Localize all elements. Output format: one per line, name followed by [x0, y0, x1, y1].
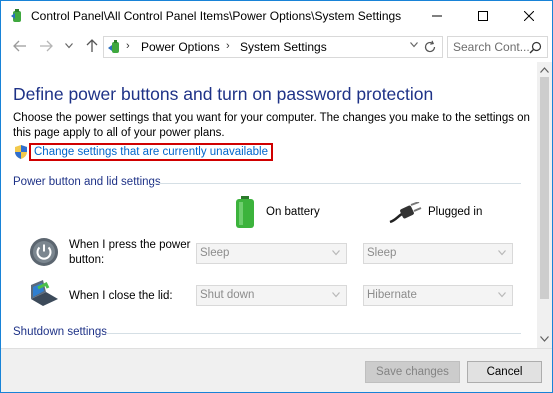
uac-shield-icon: [13, 144, 29, 160]
chevron-down-icon: [332, 248, 340, 258]
up-arrow-icon: [86, 39, 98, 52]
forward-arrow-icon: [40, 40, 53, 52]
save-changes-button[interactable]: Save changes: [365, 361, 460, 383]
section-shutdown: Shutdown settings: [13, 326, 107, 338]
title-bar: Control Panel\All Control Panel Items\Po…: [1, 1, 552, 31]
select-value: Sleep: [200, 247, 230, 259]
chevron-down-icon: [498, 290, 506, 300]
dialog-footer: Save changes Cancel: [1, 348, 552, 392]
scroll-down-icon[interactable]: [540, 335, 549, 344]
navigation-bar: › Power Options › System Settings Search…: [1, 32, 552, 62]
search-box[interactable]: Search Cont...: [447, 36, 548, 58]
select-value: Hibernate: [367, 289, 417, 301]
change-settings-link[interactable]: Change settings that are currently unava…: [29, 143, 273, 161]
column-on-battery: On battery: [266, 206, 320, 218]
page-title: Define power buttons and turn on passwor…: [13, 84, 434, 104]
laptop-lid-icon: [28, 279, 60, 310]
select-value: Shut down: [200, 289, 255, 301]
minimize-button[interactable]: [414, 1, 460, 31]
control-panel-icon: [9, 8, 25, 24]
breadcrumb-system-settings[interactable]: System Settings: [240, 40, 327, 54]
back-arrow-icon: [13, 40, 26, 52]
cancel-button[interactable]: Cancel: [467, 361, 542, 383]
select-value: Sleep: [367, 247, 397, 259]
chevron-down-icon: [498, 248, 506, 258]
page-description: Choose the power settings that you want …: [13, 112, 530, 139]
power-plug-icon: [388, 201, 422, 227]
section-divider: [106, 333, 521, 334]
main-content: Define power buttons and turn on passwor…: [1, 62, 537, 348]
window: Control Panel\All Control Panel Items\Po…: [0, 0, 553, 393]
vertical-scrollbar[interactable]: [537, 62, 552, 348]
breadcrumb-power-options[interactable]: Power Options: [141, 40, 220, 54]
search-icon[interactable]: [529, 41, 542, 54]
close-lid-plugged-select[interactable]: Hibernate: [363, 285, 513, 306]
chevron-down-icon: [332, 290, 340, 300]
battery-icon: [234, 195, 256, 232]
search-placeholder: Search Cont...: [453, 40, 530, 54]
back-button[interactable]: [11, 37, 29, 55]
refresh-icon[interactable]: [422, 39, 438, 55]
recent-locations-button[interactable]: [63, 37, 75, 55]
window-title: Control Panel\All Control Panel Items\Po…: [31, 9, 402, 23]
power-options-icon: [107, 39, 123, 55]
section-divider: [153, 183, 521, 184]
breadcrumb-separator: ›: [126, 40, 130, 52]
minimize-icon: [432, 15, 442, 17]
power-button-battery-select[interactable]: Sleep: [196, 243, 347, 264]
forward-button[interactable]: [37, 37, 55, 55]
column-plugged-in: Plugged in: [428, 206, 483, 218]
close-lid-battery-select[interactable]: Shut down: [196, 285, 347, 306]
section-power-button-lid: Power button and lid settings: [13, 176, 161, 188]
power-button-plugged-select[interactable]: Sleep: [363, 243, 513, 264]
chevron-down-icon: [65, 43, 73, 49]
row-label-close-lid: When I close the lid:: [69, 290, 173, 302]
power-button-icon: [29, 237, 59, 270]
breadcrumb-separator: ›: [226, 40, 230, 52]
scroll-up-icon[interactable]: [540, 66, 549, 75]
close-button[interactable]: [506, 1, 552, 31]
address-bar[interactable]: › Power Options › System Settings: [103, 36, 443, 58]
row-label-power-button: When I press the power button:: [69, 239, 191, 266]
up-button[interactable]: [83, 37, 101, 55]
address-dropdown-icon[interactable]: [410, 40, 418, 51]
scrollbar-thumb[interactable]: [540, 77, 549, 299]
maximize-icon: [478, 11, 488, 21]
close-icon: [524, 11, 534, 21]
maximize-button[interactable]: [460, 1, 506, 31]
